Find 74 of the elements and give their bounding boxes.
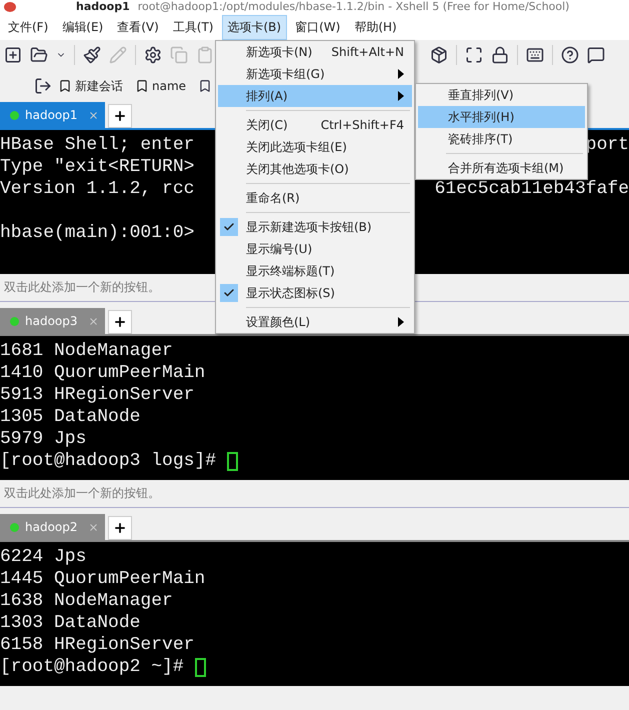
menu-item[interactable]: 设置颜色(L) xyxy=(218,311,412,333)
link-bar-item[interactable]: name xyxy=(135,79,186,93)
quick-button-hint: 双击此处添加一个新的按钮。 xyxy=(4,485,160,502)
session-name: hadoop1 xyxy=(76,0,130,14)
bookmark-icon xyxy=(135,79,149,93)
app-logo-icon xyxy=(4,2,16,12)
lock-icon[interactable] xyxy=(491,46,509,64)
menu-item[interactable]: 显示新建选项卡按钮(B) xyxy=(218,216,412,238)
bookmark-icon[interactable] xyxy=(198,79,212,93)
menu-item[interactable]: 显示状态图标(S) xyxy=(218,282,412,304)
bookmark-icon xyxy=(58,79,72,93)
keyboard-icon[interactable] xyxy=(526,46,544,64)
terminal-line: Type "exit<RETURN> xyxy=(0,156,194,178)
menu-item[interactable]: 水平排列(H) xyxy=(418,106,585,128)
terminal-prompt: [root@hadoop3 logs]# xyxy=(0,450,216,472)
menu-item[interactable]: 工具(T) xyxy=(166,14,220,40)
terminal[interactable]: 1681 NodeManager 1410 QuorumPeerMain 5913 HRegionServer 1305 DataNode 5979 Jps [root@hadoop3 logs]# xyxy=(0,336,629,480)
menu-item[interactable]: 显示编号(U) xyxy=(218,238,412,260)
menu-item[interactable]: 关闭(C) Ctrl+Shift+F4 xyxy=(218,114,412,136)
package-icon[interactable] xyxy=(430,46,448,64)
chat-icon[interactable] xyxy=(587,46,605,64)
menu-item[interactable]: 新选项卡(N) Shift+Alt+N xyxy=(218,41,412,63)
menu-item[interactable]: 显示终端标题(T) xyxy=(218,260,412,282)
menu-item[interactable]: 选项卡(B) xyxy=(222,14,288,40)
terminal-line: 61ec5cab11eb43fafe xyxy=(434,178,629,200)
terminal-line: 6224 Jps xyxy=(0,546,86,568)
link-bar-item[interactable]: 新建会话 xyxy=(58,78,123,94)
plus-icon xyxy=(113,521,127,535)
menu-item[interactable]: 帮助(H) xyxy=(348,14,403,40)
session-tab[interactable]: hadoop1 xyxy=(0,102,105,128)
menu-item[interactable]: 窗口(W) xyxy=(289,14,346,40)
plus-icon xyxy=(113,315,127,329)
menu-item[interactable]: 合并所有选项卡组(M) xyxy=(418,157,585,179)
terminal-line: 1410 QuorumPeerMain xyxy=(0,362,206,384)
tab-label: hadoop2 xyxy=(25,520,79,534)
clipboard-icon[interactable] xyxy=(196,46,214,64)
terminal-line: 1305 DataNode xyxy=(0,406,140,428)
new-tab-button[interactable] xyxy=(108,104,132,128)
menu-item[interactable]: 编辑(E) xyxy=(56,14,110,40)
folder-icon[interactable] xyxy=(30,46,48,64)
menu-item[interactable]: 瓷砖排序(T) xyxy=(418,128,585,150)
menu-item[interactable]: 排列(A) xyxy=(218,85,412,107)
menu-item[interactable]: 查看(V) xyxy=(111,14,165,40)
brush-icon[interactable] xyxy=(83,46,101,64)
terminal-line: Version 1.1.2, rcc xyxy=(0,178,194,200)
new-tab-button[interactable] xyxy=(108,310,132,334)
new-tab-button[interactable] xyxy=(108,516,132,540)
settings-icon[interactable] xyxy=(144,46,162,64)
help-icon[interactable] xyxy=(561,46,579,64)
fullscreen-icon[interactable] xyxy=(465,46,483,64)
terminal-line: 1638 NodeManager xyxy=(0,590,173,612)
menu-item[interactable]: 新选项卡组(G) xyxy=(218,63,412,85)
tab-label: hadoop1 xyxy=(25,108,79,122)
terminal[interactable]: 6224 Jps 1445 QuorumPeerMain 1638 NodeManager 1303 DataNode 6158 HRegionServer [root@hadoop2 ~]# xyxy=(0,542,629,686)
quick-button-hint: 双击此处添加一个新的按钮。 xyxy=(4,279,160,296)
plus-icon xyxy=(113,109,127,123)
menu-item[interactable]: 关闭此选项卡组(E) xyxy=(218,136,412,158)
terminal-line: 5979 Jps xyxy=(0,428,86,450)
terminal-line: 6158 HRegionServer xyxy=(0,634,194,656)
menu-item[interactable]: 关闭其他选项卡(O) xyxy=(218,158,412,180)
close-icon[interactable] xyxy=(88,110,99,120)
menu-item[interactable]: 垂直排列(V) xyxy=(418,84,585,106)
terminal-line: 1445 QuorumPeerMain xyxy=(0,568,206,590)
terminal-line: 5913 HRegionServer xyxy=(0,384,194,406)
new-window-icon[interactable] xyxy=(4,46,22,64)
terminal-line: 1681 NodeManager xyxy=(0,340,173,362)
menu-item[interactable]: 重命名(R) xyxy=(218,187,412,209)
window-title: root@hadoop1:/opt/modules/hbase-1.1.2/bin - Xshell 5 (Free for Home/School) xyxy=(138,0,570,14)
terminal-line: HBase Shell; enter xyxy=(0,134,194,156)
menu-item[interactable]: 文件(F) xyxy=(2,14,54,40)
terminal-line: 1303 DataNode xyxy=(0,612,140,634)
terminal-prompt: [root@hadoop2 ~]# xyxy=(0,656,184,678)
tab-label: hadoop3 xyxy=(25,314,79,328)
terminal-prompt: hbase(main):001:0> xyxy=(0,222,194,244)
